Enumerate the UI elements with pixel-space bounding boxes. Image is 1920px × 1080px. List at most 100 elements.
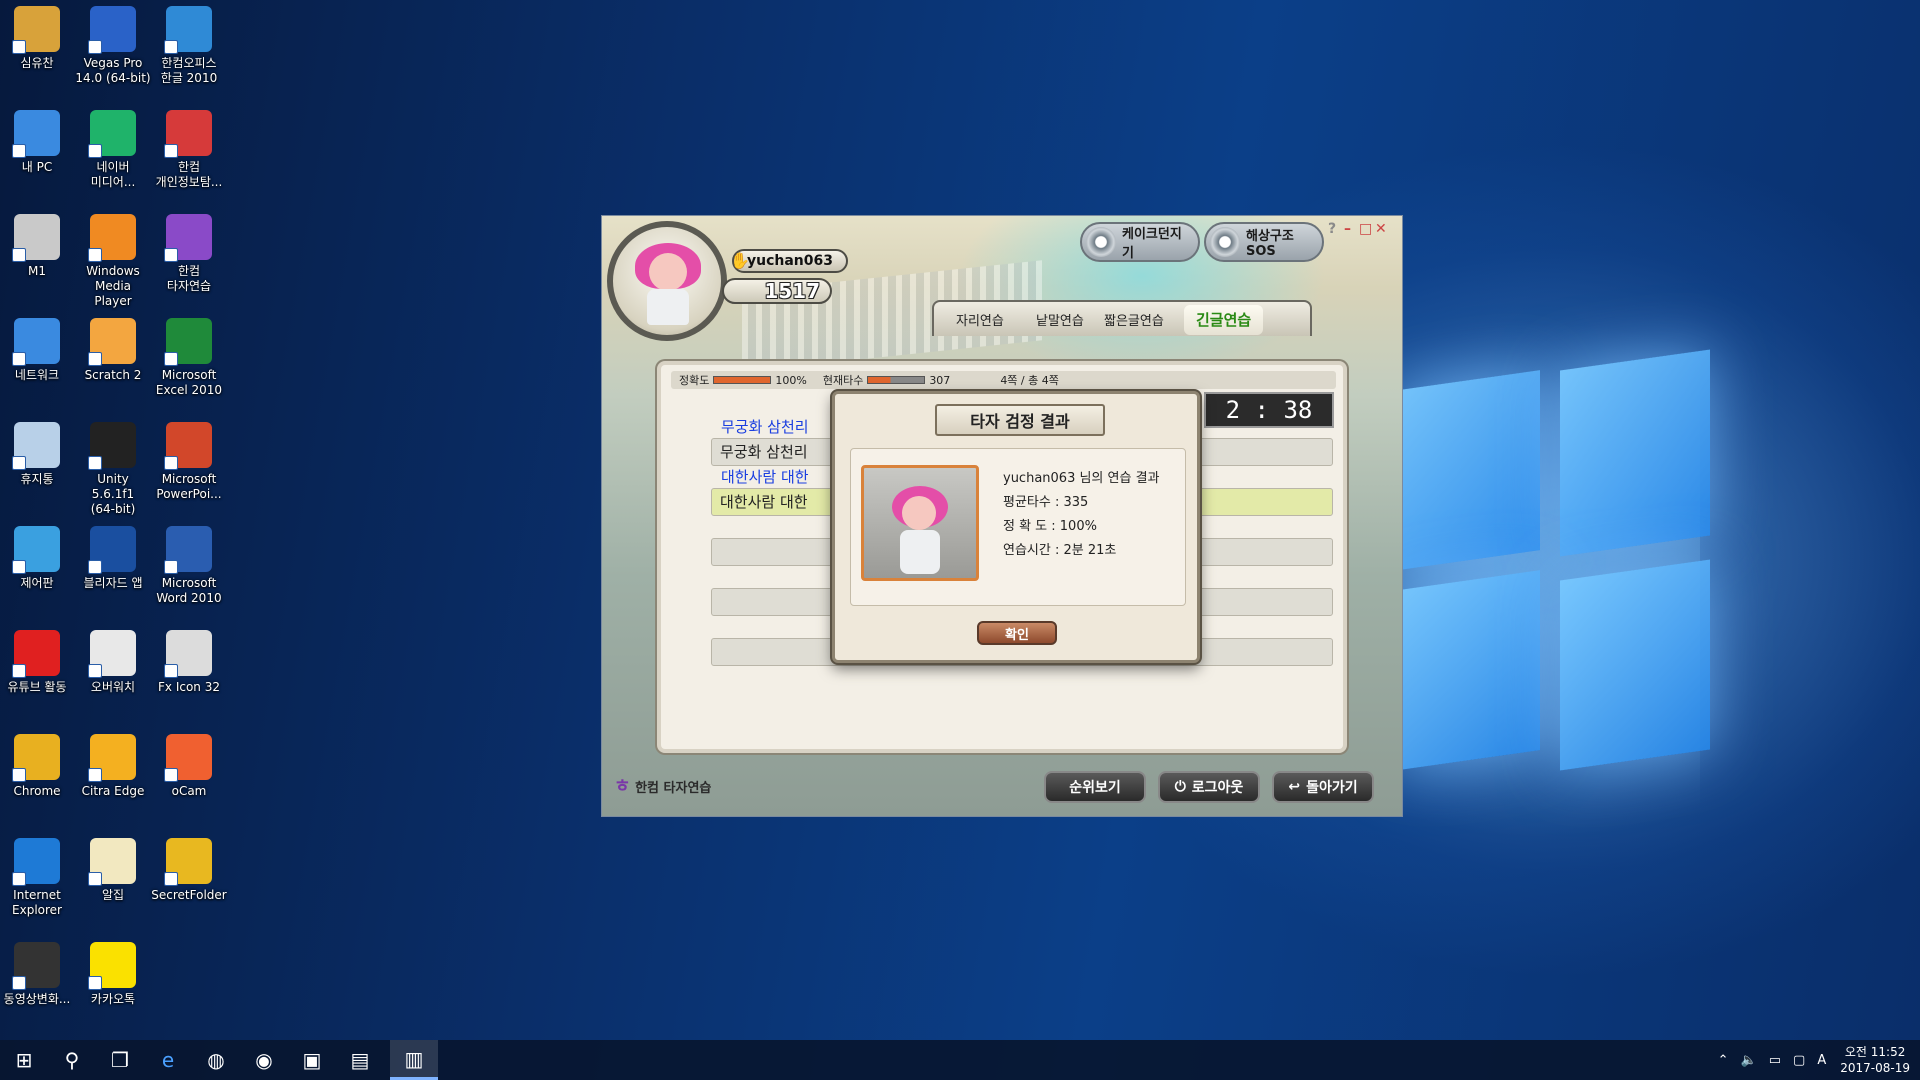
taskbar-ie[interactable]: e — [144, 1040, 192, 1080]
practice-tabs: 자리연습 낱말연습 짧은글연습 긴글연습 — [932, 300, 1312, 336]
taskbar-app-1[interactable]: ◍ — [192, 1040, 240, 1080]
desktop-app-icon — [12, 734, 60, 782]
tab-key-practice[interactable]: 자리연습 — [956, 310, 1004, 329]
back-arrow-icon: ↩ — [1288, 779, 1301, 795]
desktop-app-icon — [88, 734, 136, 782]
taskbar-hancom-typing[interactable]: ▥ — [390, 1040, 438, 1080]
desktop-icon-label: Fx Icon 32 — [158, 680, 220, 694]
desktop-icon-label: 한컴 개인정보탐... — [155, 160, 223, 189]
dialog-title: 타자 검정 결과 — [935, 404, 1105, 436]
desktop-icon[interactable]: 한컴 개인정보탐... — [151, 110, 227, 190]
system-tray: ⌃ 🔈 ▭ ▢ A 오전 11:52 2017-08-19 — [1712, 1040, 1920, 1080]
app-icon: ◉ — [255, 1048, 273, 1072]
desktop-icon[interactable]: 오버워치 — [75, 630, 151, 695]
desktop-icon[interactable]: Citra Edge — [75, 734, 151, 799]
desktop-app-icon — [164, 734, 212, 782]
desktop-icon[interactable]: 유튜브 활동 — [0, 630, 75, 695]
desktop-icon[interactable]: 블리자드 앱 — [75, 526, 151, 591]
desktop-icon[interactable]: Chrome — [0, 734, 75, 799]
desktop-app-icon — [164, 838, 212, 886]
desktop-icon[interactable]: Unity 5.6.1f1 (64-bit) — [75, 422, 151, 517]
desktop-icon[interactable]: Microsoft PowerPoi... — [151, 422, 227, 502]
volume-icon[interactable]: 🔈 — [1741, 1053, 1757, 1068]
desktop-icon-label: 한컴오피스 한글 2010 — [160, 56, 218, 85]
desktop-icon[interactable]: 알집 — [75, 838, 151, 903]
username-badge: ✋ yuchan063 — [730, 249, 848, 273]
desktop-app-icon — [12, 526, 60, 574]
tab-long-text[interactable]: 긴글연습 — [1184, 305, 1264, 335]
desktop-icon[interactable]: 휴지통 — [0, 422, 75, 487]
desktop-icon-label: 네트워크 — [14, 368, 60, 382]
desktop-icon[interactable]: 제어판 — [0, 526, 75, 591]
desktop-app-icon — [12, 214, 60, 262]
desktop-icon[interactable]: 심유찬 — [0, 6, 75, 71]
desktop-icon-label: 카카오톡 — [90, 992, 136, 1006]
desktop-icon-label: oCam — [171, 784, 207, 798]
taskbar-app-2[interactable]: ◉ — [240, 1040, 288, 1080]
desktop-app-icon — [88, 422, 136, 470]
desktop-icon[interactable]: SecretFolder — [151, 838, 227, 903]
desktop-icon[interactable]: 네트워크 — [0, 318, 75, 383]
app-icon: ▤ — [350, 1048, 370, 1072]
desktop-app-icon — [88, 214, 136, 262]
desktop-icon-label: 심유찬 — [20, 56, 54, 70]
ranking-button[interactable]: 순위보기 — [1044, 771, 1146, 803]
desktop-icon[interactable]: Internet Explorer — [0, 838, 75, 918]
tab-word-practice[interactable]: 낱말연습 — [1036, 310, 1084, 329]
back-button[interactable]: ↩ 돌아가기 — [1272, 771, 1374, 803]
desktop-icon[interactable]: Microsoft Excel 2010 — [151, 318, 227, 398]
maximize-button[interactable]: □ — [1359, 221, 1372, 237]
desktop-icon[interactable]: 내 PC — [0, 110, 75, 175]
clock[interactable]: 오전 11:52 2017-08-19 — [1840, 1044, 1910, 1076]
accuracy-label: 정확도 — [679, 374, 710, 387]
windows-icon: ⊞ — [15, 1048, 33, 1072]
ok-button[interactable]: 확인 — [977, 621, 1057, 645]
cake-throw-button[interactable]: 케이크던지기 — [1080, 222, 1200, 262]
desktop-icon-label: SecretFolder — [151, 888, 227, 902]
desktop-icon[interactable]: Microsoft Word 2010 — [151, 526, 227, 606]
desktop-icon-label: 휴지통 — [20, 472, 54, 486]
task-view-button[interactable]: ❐ — [96, 1040, 144, 1080]
desktop-icon[interactable]: Fx Icon 32 — [151, 630, 227, 695]
desktop-icon[interactable]: Windows Media Player — [75, 214, 151, 309]
desktop-icon[interactable]: Scratch 2 — [75, 318, 151, 383]
score-badge: 1517 — [722, 278, 832, 304]
taskbar-app-4[interactable]: ▤ — [336, 1040, 384, 1080]
result-avg-speed: 평균타수 : 335 — [1003, 495, 1089, 510]
desktop-icon-label: M1 — [28, 264, 46, 278]
desktop-icon[interactable]: 한컴오피스 한글 2010 — [151, 6, 227, 86]
start-button[interactable]: ⊞ — [0, 1040, 48, 1080]
chevron-up-icon[interactable]: ⌃ — [1718, 1053, 1729, 1068]
desktop-icon[interactable]: Vegas Pro 14.0 (64-bit) — [75, 6, 151, 86]
taskbar: ⊞ ⚲ ❐ e ◍ ◉ ▣ ▤ ▥ ⌃ 🔈 ▭ ▢ A 오전 11:52 201… — [0, 1040, 1920, 1080]
ime-indicator[interactable]: A — [1817, 1053, 1826, 1068]
close-button[interactable]: ✕ — [1375, 221, 1387, 237]
desktop-icon[interactable]: 네이버 미디어... — [75, 110, 151, 190]
desktop-icon-label: Microsoft Excel 2010 — [155, 368, 223, 397]
help-icon[interactable]: ? — [1328, 221, 1336, 237]
desktop-icon[interactable]: 카카오톡 — [75, 942, 151, 1007]
taskbar-app-3[interactable]: ▣ — [288, 1040, 336, 1080]
network-icon[interactable]: ▭ — [1769, 1053, 1781, 1068]
desktop-icon[interactable]: oCam — [151, 734, 227, 799]
desktop-icon-label: 제어판 — [20, 576, 54, 590]
desktop-icon[interactable]: 한컴 타자연습 — [151, 214, 227, 294]
desktop-icon-label: Microsoft Word 2010 — [156, 576, 222, 605]
stats-line: 정확도 100% 현재타수 307 4쪽 / 총 4쪽 — [671, 371, 1336, 389]
desktop-icon-label: Unity 5.6.1f1 (64-bit) — [90, 472, 136, 516]
notification-icon[interactable]: ▢ — [1793, 1053, 1805, 1068]
desktop-app-icon — [164, 214, 212, 262]
clock-date: 2017-08-19 — [1840, 1061, 1910, 1075]
search-button[interactable]: ⚲ — [48, 1040, 96, 1080]
desktop-app-icon — [12, 6, 60, 54]
sea-rescue-button[interactable]: 해상구조SOS — [1204, 222, 1324, 262]
desktop-icon-label: 알집 — [101, 888, 125, 902]
desktop-icon-label: Internet Explorer — [12, 888, 62, 917]
tab-short-text[interactable]: 짧은글연습 — [1104, 310, 1164, 329]
desktop-app-icon — [88, 318, 136, 366]
minimize-button[interactable]: – — [1344, 221, 1351, 237]
desktop-icon[interactable]: M1 — [0, 214, 75, 279]
logout-button[interactable]: ⏻ 로그아웃 — [1158, 771, 1260, 803]
speed-label: 현재타수 — [822, 374, 864, 387]
desktop-icon[interactable]: 동영상변화... — [0, 942, 75, 1007]
